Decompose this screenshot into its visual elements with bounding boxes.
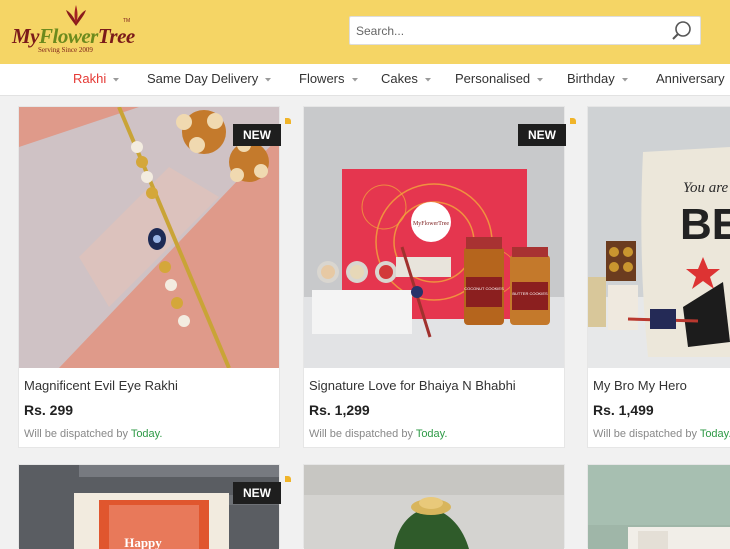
badge-corner: [570, 118, 576, 124]
dispatch-info: Will be dispatched by Today.: [309, 428, 448, 440]
product-price: Rs. 299: [24, 402, 74, 418]
nav-item-anniversary[interactable]: Anniversary: [656, 64, 725, 95]
product-card[interactable]: You are BE My Bro My Hero Rs. 1,499 Will…: [587, 106, 730, 448]
product-name[interactable]: Magnificent Evil Eye Rakhi: [24, 378, 178, 393]
svg-text:BE: BE: [680, 200, 730, 249]
nav-label: Cakes: [381, 71, 418, 86]
chevron-down-icon: [351, 77, 358, 82]
nav-label: Rakhi: [73, 71, 107, 86]
new-badge: NEW: [518, 124, 566, 146]
brand-logo[interactable]: MyFlowerTree TM Serving Since 2009: [12, 4, 140, 58]
product-card[interactable]: NEW Magnificent Evil Eye Rakhi Rs. 299 W…: [18, 106, 291, 448]
search-icon[interactable]: [671, 20, 693, 42]
chevron-down-icon: [537, 77, 544, 82]
product-card[interactable]: [587, 464, 730, 549]
svg-text:COCONUT COOKIES: COCONUT COOKIES: [464, 286, 504, 291]
product-image[interactable]: Happy: [19, 465, 279, 549]
badge-corner: [285, 476, 291, 482]
nav-item-birthday[interactable]: Birthday: [567, 64, 630, 95]
chevron-down-icon: [424, 77, 431, 82]
nav-item-cakes[interactable]: Cakes: [381, 64, 433, 95]
nav-item-flowers[interactable]: Flowers: [299, 64, 360, 95]
search-input[interactable]: [350, 17, 668, 44]
product-image[interactable]: [588, 465, 730, 549]
product-image[interactable]: [19, 107, 279, 368]
product-image[interactable]: [304, 465, 564, 549]
product-price: Rs. 1,499: [593, 402, 654, 418]
svg-text:You are: You are: [683, 180, 728, 196]
chevron-down-icon: [265, 77, 272, 82]
product-image[interactable]: You are BE: [588, 107, 730, 368]
dispatch-info: Will be dispatched by Today.: [24, 428, 163, 440]
nav-label: Birthday: [567, 71, 615, 86]
nav-item-same-day-delivery[interactable]: Same Day Delivery: [147, 64, 273, 95]
product-image[interactable]: MyFlowerTree COCONUT COOKIES BUTTER COOK…: [304, 107, 564, 368]
chevron-down-icon: [113, 77, 120, 82]
nav-label: Anniversary: [656, 71, 725, 86]
product-name[interactable]: My Bro My Hero: [593, 378, 687, 393]
dispatch-info: Will be dispatched by Today.: [593, 428, 730, 440]
new-badge: NEW: [233, 124, 281, 146]
product-card[interactable]: MyFlowerTree COCONUT COOKIES BUTTER COOK…: [303, 106, 576, 448]
site-header: MyFlowerTree TM Serving Since 2009: [0, 0, 730, 64]
svg-text:BUTTER COOKIES: BUTTER COOKIES: [512, 291, 548, 296]
new-badge: NEW: [233, 482, 281, 504]
nav-item-personalised[interactable]: Personalised: [455, 64, 545, 95]
product-price: Rs. 1,299: [309, 402, 370, 418]
svg-text:Happy: Happy: [124, 535, 162, 549]
product-name[interactable]: Signature Love for Bhaiya N Bhabhi: [309, 378, 516, 393]
product-card[interactable]: [303, 464, 565, 549]
search-box: [349, 16, 701, 45]
logo-tagline: Serving Since 2009: [38, 46, 93, 54]
chevron-down-icon: [621, 77, 628, 82]
product-card[interactable]: Happy NEW: [18, 464, 291, 549]
nav-label: Flowers: [299, 71, 345, 86]
badge-corner: [285, 118, 291, 124]
nav-label: Same Day Delivery: [147, 71, 259, 86]
svg-text:MyFlowerTree: MyFlowerTree: [413, 221, 449, 227]
category-nav: Rakhi Same Day Delivery Flowers Cakes Pe…: [0, 64, 730, 96]
nav-label: Personalised: [455, 71, 531, 86]
nav-item-rakhi[interactable]: Rakhi: [73, 64, 121, 95]
trademark: TM: [123, 18, 131, 24]
